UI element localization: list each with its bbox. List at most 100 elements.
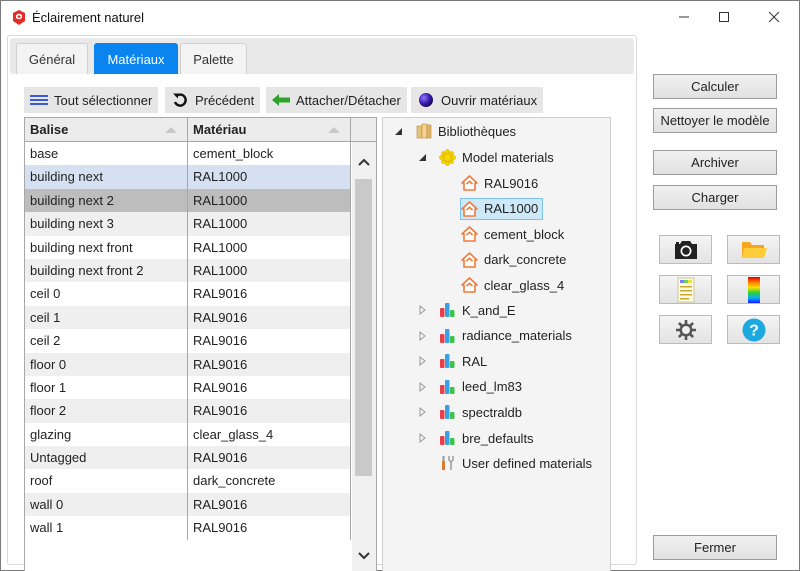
tree-node-material[interactable]: cement_block xyxy=(461,223,564,245)
collapsed-icon[interactable] xyxy=(417,330,427,341)
select-all-button[interactable]: Tout sélectionner xyxy=(24,87,159,113)
table-row[interactable]: building next front 2 RAL1000 xyxy=(25,258,351,283)
cell-balise[interactable]: building next front xyxy=(25,235,188,259)
cell-balise[interactable]: wall 0 xyxy=(25,492,188,517)
cell-materiau[interactable]: cement_block xyxy=(188,142,351,166)
cell-balise[interactable]: roof xyxy=(25,469,188,493)
scroll-up-button[interactable] xyxy=(352,152,376,172)
table-row[interactable]: wall 0 RAL9016 xyxy=(25,492,351,517)
attach-detach-button[interactable]: Attacher/Détacher xyxy=(266,87,407,113)
scrollbar-thumb[interactable] xyxy=(355,179,372,476)
cell-balise[interactable]: floor 1 xyxy=(25,375,188,400)
report-button[interactable] xyxy=(659,275,712,304)
minimize-icon xyxy=(679,16,689,18)
cell-balise[interactable]: floor 2 xyxy=(25,399,188,423)
close-button[interactable] xyxy=(751,1,797,33)
nettoyer-modele-button[interactable]: Nettoyer le modèle xyxy=(653,108,777,133)
cell-materiau[interactable]: RAL1000 xyxy=(188,188,351,213)
column-header-balise[interactable]: Balise xyxy=(25,118,188,141)
table-row[interactable]: building next 2 RAL1000 xyxy=(25,188,351,213)
tab-materiaux[interactable]: Matériaux xyxy=(94,43,178,74)
tree-node-material[interactable]: RAL1000 xyxy=(460,197,544,220)
table-row[interactable]: roof dark_concrete xyxy=(25,469,351,493)
scroll-down-button[interactable] xyxy=(352,546,376,566)
tree-node-bibliotheques[interactable]: Bibliothèques xyxy=(393,120,516,142)
tab-general[interactable]: Général xyxy=(16,43,88,74)
cell-materiau[interactable]: RAL9016 xyxy=(188,446,351,470)
table-row[interactable]: building next RAL1000 xyxy=(25,165,351,189)
cell-materiau[interactable]: RAL9016 xyxy=(188,282,351,306)
open-folder-button[interactable] xyxy=(727,235,780,264)
table-row[interactable]: ceil 2 RAL9016 xyxy=(25,329,351,353)
calculer-button[interactable]: Calculer xyxy=(653,74,777,99)
cell-materiau[interactable]: RAL9016 xyxy=(188,305,351,330)
tree-node-library[interactable]: RAL xyxy=(417,350,487,372)
cell-materiau[interactable]: dark_concrete xyxy=(188,469,351,493)
cell-materiau[interactable]: RAL9016 xyxy=(188,352,351,376)
grid-scrollbar[interactable] xyxy=(352,142,376,571)
cell-balise[interactable]: Untagged xyxy=(25,446,188,470)
cell-balise[interactable]: building next xyxy=(25,165,188,189)
table-row[interactable]: Untagged RAL9016 xyxy=(25,446,351,470)
previous-button[interactable]: Précédent xyxy=(165,87,261,113)
cell-materiau[interactable]: RAL1000 xyxy=(188,165,351,189)
cell-balise[interactable]: ceil 1 xyxy=(25,305,188,330)
table-row[interactable]: ceil 0 RAL9016 xyxy=(25,282,351,306)
table-row[interactable]: building next 3 RAL1000 xyxy=(25,212,351,236)
camera-button[interactable] xyxy=(659,235,712,264)
table-row[interactable]: glazing clear_glass_4 xyxy=(25,422,351,447)
tree-node-user-defined[interactable]: User defined materials xyxy=(417,452,592,474)
cell-materiau[interactable]: RAL1000 xyxy=(188,235,351,259)
tab-palette[interactable]: Palette xyxy=(180,43,247,74)
cell-materiau[interactable]: RAL9016 xyxy=(188,492,351,517)
fermer-button[interactable]: Fermer xyxy=(653,535,777,560)
cell-balise[interactable]: ceil 0 xyxy=(25,282,188,306)
cell-materiau[interactable]: RAL1000 xyxy=(188,212,351,236)
cell-materiau[interactable]: RAL1000 xyxy=(188,258,351,283)
tree-node-material[interactable]: clear_glass_4 xyxy=(461,274,564,296)
cell-balise[interactable]: ceil 2 xyxy=(25,329,188,353)
help-button[interactable]: ? xyxy=(727,315,780,344)
cell-materiau[interactable]: clear_glass_4 xyxy=(188,422,351,447)
cell-balise[interactable]: wall 1 xyxy=(25,516,188,540)
collapsed-icon[interactable] xyxy=(417,305,427,315)
collapsed-icon[interactable] xyxy=(417,381,427,392)
expanded-icon[interactable] xyxy=(393,126,403,136)
maximize-button[interactable] xyxy=(701,1,747,33)
table-row[interactable]: building next front RAL1000 xyxy=(25,235,351,259)
tree-node-library[interactable]: K_and_E xyxy=(417,299,516,321)
cell-balise[interactable]: floor 0 xyxy=(25,352,188,376)
color-scale-button[interactable] xyxy=(727,275,780,304)
tree-node-library[interactable]: bre_defaults xyxy=(417,427,534,449)
cell-balise[interactable]: base xyxy=(25,142,188,166)
tree-node-model-materials[interactable]: Model materials xyxy=(417,146,554,168)
tree-node-library[interactable]: leed_lm83 xyxy=(417,376,522,398)
settings-button[interactable] xyxy=(659,315,712,344)
column-header-materiau[interactable]: Matériau xyxy=(188,118,351,141)
expanded-icon[interactable] xyxy=(417,152,427,162)
archiver-button[interactable]: Archiver xyxy=(653,150,777,175)
tree-node-material[interactable]: RAL9016 xyxy=(461,172,538,194)
collapsed-icon[interactable] xyxy=(417,433,427,443)
table-row[interactable]: base cement_block xyxy=(25,142,351,166)
cell-materiau[interactable]: RAL9016 xyxy=(188,399,351,423)
open-materials-button[interactable]: Ouvrir matériaux xyxy=(411,87,544,113)
cell-balise[interactable]: building next 3 xyxy=(25,212,188,236)
table-row[interactable]: wall 1 RAL9016 xyxy=(25,516,351,540)
charger-button[interactable]: Charger xyxy=(653,185,777,210)
cell-balise[interactable]: glazing xyxy=(25,422,188,447)
tree-node-library[interactable]: radiance_materials xyxy=(417,325,572,347)
tree-node-material[interactable]: dark_concrete xyxy=(461,249,566,271)
table-row[interactable]: floor 1 RAL9016 xyxy=(25,375,351,400)
cell-materiau[interactable]: RAL9016 xyxy=(188,329,351,353)
collapsed-icon[interactable] xyxy=(417,356,427,367)
tree-node-library[interactable]: spectraldb xyxy=(417,401,522,423)
cell-materiau[interactable]: RAL9016 xyxy=(188,516,351,540)
table-row[interactable]: ceil 1 RAL9016 xyxy=(25,305,351,330)
collapsed-icon[interactable] xyxy=(417,407,427,418)
table-row[interactable]: floor 2 RAL9016 xyxy=(25,399,351,423)
cell-materiau[interactable]: RAL9016 xyxy=(188,375,351,400)
cell-balise[interactable]: building next 2 xyxy=(25,188,188,213)
table-row[interactable]: floor 0 RAL9016 xyxy=(25,352,351,376)
cell-balise[interactable]: building next front 2 xyxy=(25,258,188,283)
